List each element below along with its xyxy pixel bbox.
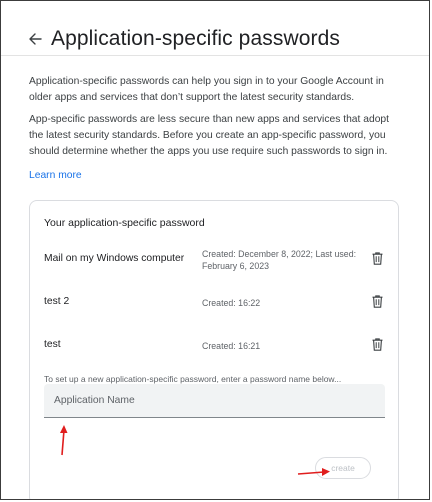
delete-password-button[interactable] [370,337,384,351]
app-passwords-card: Your application-specific password Mail … [29,200,399,499]
intro-paragraph: Application-specific passwords can help … [29,76,384,103]
card-title: Your application-specific password [44,217,205,229]
page-header: Application-specific passwords [1,1,429,56]
password-created-info: Created: 16:22 [202,298,261,308]
password-name: test 2 [44,296,70,307]
password-created-info: Created: 16:21 [202,341,261,351]
annotation-arrow-right [297,468,330,476]
delete-password-button[interactable] [370,294,384,308]
password-row: test 2 Created: 16:22 [30,293,398,323]
trash-icon [372,251,382,265]
delete-password-button[interactable] [370,251,384,265]
back-button[interactable] [23,27,47,51]
trash-icon [372,294,382,308]
app-window: Application-specific passwords Applicati… [0,0,430,500]
annotation-arrow-up [60,425,68,456]
security-note-paragraph: App-specific passwords are less secure t… [29,114,390,157]
password-name: Mail on my Windows computer [44,253,185,264]
learn-more-link[interactable]: Learn more [29,170,82,181]
password-created-info: Created: December 8, 2022; Last used: Fe… [202,249,357,271]
password-row: test Created: 16:21 [30,336,398,366]
trash-icon [372,337,382,351]
create-hint-text: To set up a new application-specific pas… [44,374,342,384]
arrow-back-icon [29,33,42,45]
password-name: test [44,339,61,350]
application-name-input[interactable] [44,384,385,418]
password-row: Mail on my Windows computer Created: Dec… [30,249,398,279]
page-title: Application-specific passwords [51,27,340,50]
